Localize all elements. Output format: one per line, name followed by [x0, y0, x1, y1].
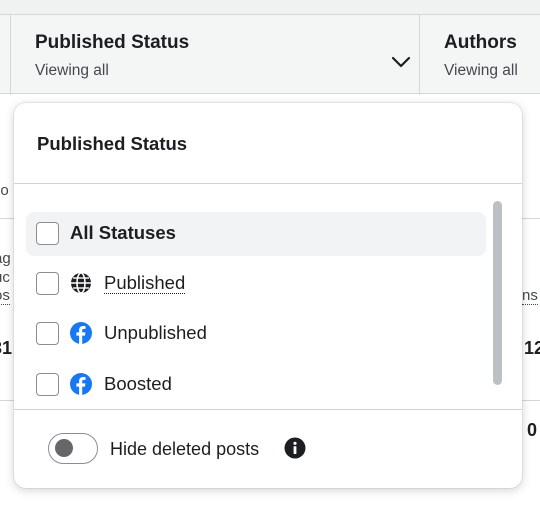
hide-deleted-posts-toggle[interactable] [48, 433, 98, 464]
chevron-down-icon [391, 56, 411, 68]
filter-title: Published Status [35, 32, 190, 53]
dropdown-divider [14, 183, 522, 184]
checkbox[interactable] [36, 373, 59, 396]
info-icon[interactable] [284, 437, 306, 459]
table-cell-fragment: 31 [0, 338, 13, 358]
option-label: Published [104, 272, 186, 294]
dropdown-title: Published Status [37, 133, 188, 154]
authors-filter[interactable]: Authors Viewing all [420, 15, 540, 95]
table-cell-fragment: os [0, 288, 10, 305]
filter-subtitle: Viewing all [444, 62, 518, 79]
dropdown-divider [14, 409, 522, 410]
option-label: Unpublished [104, 322, 207, 343]
filter-title: Authors [444, 32, 517, 53]
table-cell-fragment: ns [522, 287, 538, 305]
published-status-dropdown: Published Status All Statuses Published [14, 103, 522, 488]
option-unpublished[interactable]: Unpublished [26, 312, 486, 356]
filter-subtitle: Viewing all [35, 62, 109, 79]
facebook-icon [70, 373, 92, 395]
facebook-icon [70, 322, 92, 344]
filter-bar: Published Status Viewing all Authors Vie… [0, 14, 540, 95]
table-cell-fragment: 12 [524, 338, 540, 358]
checkbox[interactable] [36, 272, 59, 295]
option-all-statuses[interactable]: All Statuses [26, 212, 486, 256]
checkbox[interactable] [36, 222, 59, 245]
option-boosted[interactable]: Boosted [26, 363, 486, 407]
globe-icon [71, 272, 91, 294]
table-cell-fragment: uc [0, 269, 10, 286]
table-cell-fragment: 0 [527, 420, 538, 440]
option-label: All Statuses [70, 222, 176, 243]
table-cell-fragment: oo [0, 182, 9, 199]
scrollbar-thumb[interactable] [493, 201, 502, 385]
toggle-label: Hide deleted posts [110, 439, 260, 459]
published-status-filter[interactable]: Published Status Viewing all [11, 15, 419, 95]
option-label: Boosted [104, 373, 172, 394]
toggle-knob [55, 439, 73, 457]
status-option-list: All Statuses Published Unpublished Boost… [14, 185, 522, 409]
hide-deleted-posts-row: Hide deleted posts [48, 433, 468, 465]
checkbox[interactable] [36, 322, 59, 345]
table-cell-fragment: ag [0, 250, 11, 267]
option-published[interactable]: Published [26, 262, 486, 306]
